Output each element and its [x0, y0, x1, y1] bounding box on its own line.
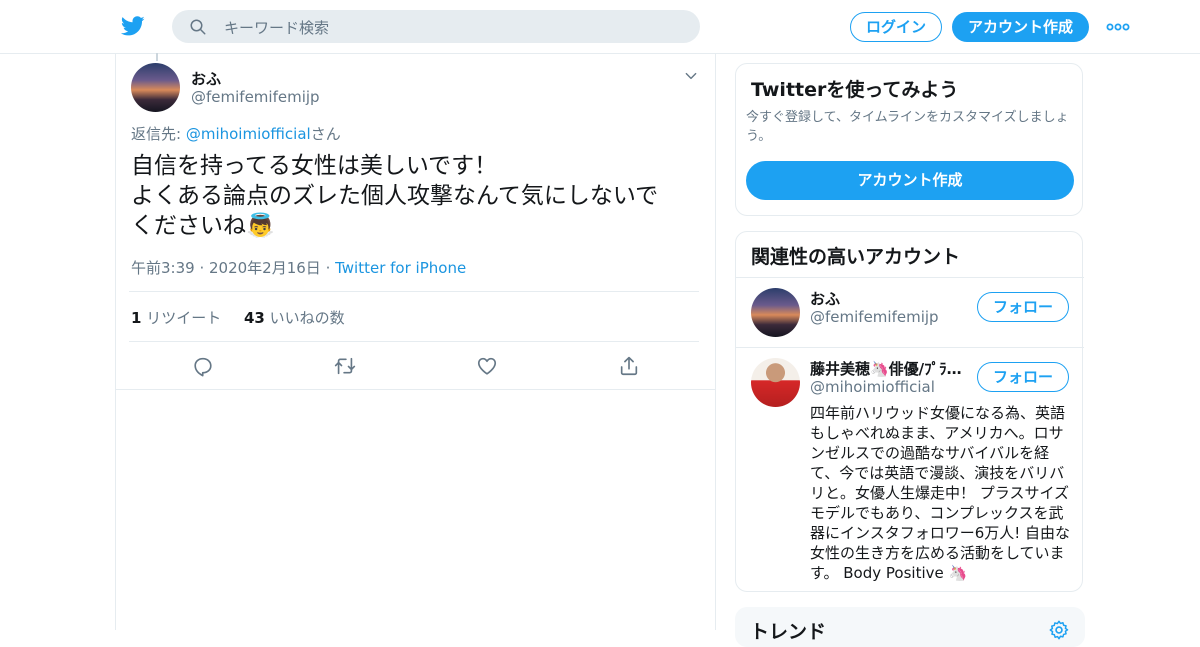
reply-to-line: 返信先: @mihoimiofficialさん: [131, 123, 341, 144]
tweet-text-line: 自信を持ってる女性は美しいです！: [131, 153, 498, 179]
account-handle[interactable]: @mihoimiofficial: [810, 378, 935, 396]
retweet-icon[interactable]: [333, 355, 357, 377]
twitter-bird-logo-icon[interactable]: [120, 14, 146, 38]
account-avatar[interactable]: [751, 288, 800, 337]
chevron-down-icon[interactable]: [684, 69, 698, 83]
divider: [129, 341, 699, 342]
author-avatar[interactable]: [131, 63, 180, 112]
tweet-timestamp[interactable]: 午前3:39 · 2020年2月16日: [131, 259, 321, 277]
bio-line: モデルでもあり、コンプレックスを武: [810, 504, 1064, 522]
signup-button[interactable]: アカウント作成: [952, 12, 1089, 42]
bio-line: す。 Body Positive 🦄: [810, 564, 968, 582]
bio-line: 器にインスタフォロワー6万人! 自由な: [810, 524, 1071, 542]
related-account-row[interactable]: 藤井美穂🦄俳優/ﾌﾟﾗ… @mihoimiofficial フォロー 四年前ハリ…: [736, 348, 1084, 588]
more-options-icon[interactable]: [1106, 22, 1130, 32]
account-name[interactable]: 藤井美穂🦄俳優/ﾌﾟﾗ…: [810, 358, 970, 379]
trends-card-title: トレンド: [750, 621, 827, 643]
gear-icon[interactable]: [1048, 619, 1070, 641]
related-card-title: 関連性の高いアカウント: [751, 246, 961, 268]
account-avatar[interactable]: [751, 358, 800, 407]
author-handle[interactable]: @femifemifemijp: [191, 88, 320, 106]
follow-button[interactable]: フォロー: [977, 362, 1069, 392]
thread-connector-line: [156, 53, 158, 61]
divider: [129, 291, 699, 292]
author-name[interactable]: おふ: [191, 68, 221, 89]
search-input[interactable]: [222, 10, 686, 45]
like-stat[interactable]: 43 いいねの数: [244, 309, 345, 327]
top-navigation-bar: ログイン アカウント作成: [0, 0, 1200, 54]
account-bio: 四年前ハリウッド女優になる為、英語 もしゃべれぬまま、アメリカへ。ロサ ンゼルス…: [810, 403, 1072, 583]
tweet-text-line: よくある論点のズレた個人攻撃なんて気にしないで: [131, 183, 659, 209]
retweet-count: 1: [131, 309, 142, 327]
retweet-stat[interactable]: 1 リツイート: [131, 309, 221, 327]
search-icon: [190, 19, 206, 35]
like-label: いいねの数: [264, 309, 345, 327]
related-account-row[interactable]: おふ @femifemifemijp フォロー: [736, 278, 1084, 347]
reply-icon[interactable]: [192, 355, 214, 377]
bio-line: 四年前ハリウッド女優になる為、英語: [810, 404, 1066, 422]
tweet-detail-column: おふ @femifemifemijp 返信先: @mihoimiofficial…: [115, 53, 716, 630]
reply-to-prefix: 返信先:: [131, 125, 186, 143]
related-accounts-card: 関連性の高いアカウント おふ @femifemifemijp フォロー 藤井美穂…: [735, 231, 1084, 592]
bio-line: ンゼルスでの過酷なサバイバルを経: [810, 444, 1050, 462]
bio-line: リと。女優人生爆走中！ プラスサイズ: [810, 484, 1070, 502]
meta-separator: ·: [320, 259, 336, 277]
share-icon[interactable]: [618, 355, 640, 377]
like-count: 43: [244, 309, 265, 327]
signup-card-title: Twitterを使ってみよう: [751, 79, 959, 101]
retweet-label: リツイート: [141, 309, 222, 327]
bio-line: て、今では英語で漫談、演技をバリバ: [810, 464, 1065, 482]
follow-button[interactable]: フォロー: [977, 292, 1069, 322]
account-name[interactable]: おふ: [810, 288, 970, 309]
tweet-source-link[interactable]: Twitter for iPhone: [335, 259, 466, 277]
account-handle[interactable]: @femifemifemijp: [810, 308, 939, 326]
tweet-text-line: くださいね👼: [131, 213, 275, 239]
tweet-bottom-border: [116, 389, 715, 390]
signup-card-button[interactable]: アカウント作成: [746, 161, 1074, 200]
tweet-metadata: 午前3:39 · 2020年2月16日 · Twitter for iPhone: [131, 257, 466, 278]
trends-card: トレンド: [735, 607, 1085, 647]
bio-line: 女性の生き方を広める活動をしていま: [810, 544, 1065, 562]
search-box[interactable]: [172, 10, 700, 45]
login-button[interactable]: ログイン: [850, 12, 942, 42]
tweet-stats: 1 リツイート 43 いいねの数: [131, 307, 345, 328]
signup-card-description: 今すぐ登録して、タイムラインをカスタマイズしましょう。: [746, 110, 1069, 144]
tweet-text: 自信を持ってる女性は美しいです！ よくある論点のズレた個人攻撃なんて気にしないで…: [131, 151, 691, 241]
signup-promo-card: Twitterを使ってみよう 今すぐ登録して、タイムラインをカスタマイズしましょ…: [735, 63, 1083, 216]
reply-to-suffix: さん: [310, 125, 341, 143]
reply-to-mention-link[interactable]: @mihoimiofficial: [186, 125, 311, 143]
bio-line: もしゃべれぬまま、アメリカへ。ロサ: [810, 424, 1064, 442]
like-heart-icon[interactable]: [476, 355, 498, 377]
